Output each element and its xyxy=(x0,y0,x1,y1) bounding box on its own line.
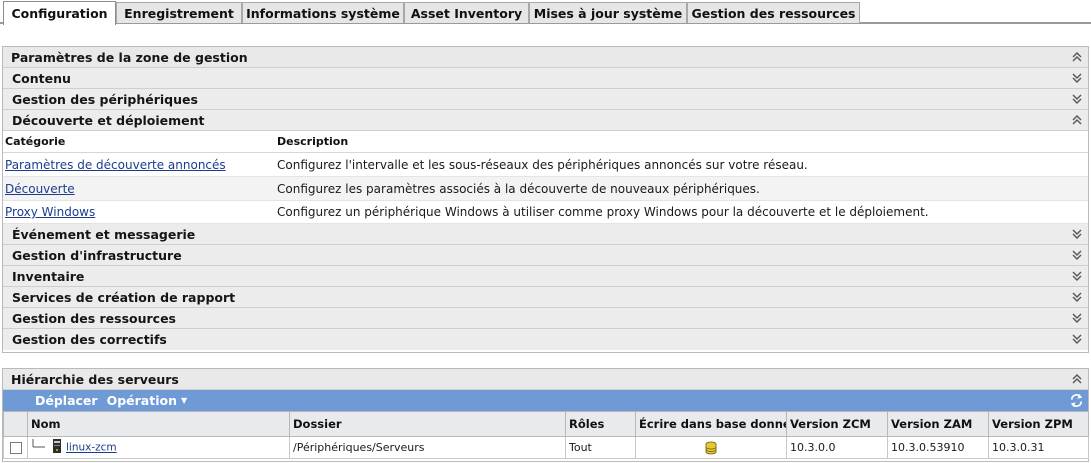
move-button[interactable]: Déplacer xyxy=(35,393,98,408)
tab-asset-inventory[interactable]: Asset Inventory xyxy=(404,2,529,23)
row-checkbox[interactable] xyxy=(9,442,22,454)
panel-title: Paramètres de la zone de gestion xyxy=(11,49,248,65)
column-header-description: Description xyxy=(277,135,349,148)
chevron-double-up-icon[interactable] xyxy=(1069,371,1085,387)
category-description: Configurez l'intervalle et les sous-rése… xyxy=(277,157,808,172)
caret-down-icon: ▼ xyxy=(180,396,188,405)
group-label: Gestion des ressources xyxy=(12,310,176,326)
chevron-double-down-icon[interactable] xyxy=(1069,247,1085,263)
server-icon xyxy=(51,438,63,457)
category-description: Configurez un périphérique Windows à uti… xyxy=(277,205,929,219)
group-label: Services de création de rapport xyxy=(12,289,236,305)
group-label: Événement et messagerie xyxy=(12,226,196,242)
management-zone-settings-panel: Paramètres de la zone de gestion Contenu… xyxy=(2,46,1089,353)
server-name-link[interactable]: linux-zcm xyxy=(66,442,117,454)
operation-label: Opération xyxy=(106,393,177,408)
server-table-header: Nom Dossier Rôles Écrire dans base donné… xyxy=(3,411,1089,437)
group-label: Inventaire xyxy=(12,268,85,284)
group-contenu[interactable]: Contenu xyxy=(3,68,1088,89)
category-row: Découverte Configurez les paramètres ass… xyxy=(3,177,1088,201)
column-header-folder[interactable]: Dossier xyxy=(289,411,566,437)
group-inventaire[interactable]: Inventaire xyxy=(3,266,1088,287)
category-link-discovery[interactable]: Découverte xyxy=(5,182,75,196)
panel-title: Hiérarchie des serveurs xyxy=(11,371,179,387)
server-zpm-version: 10.3.0.31 xyxy=(988,436,1089,459)
table-row: linux-zcm /Périphériques/Serveurs Tout 1… xyxy=(3,436,1089,459)
group-label: Gestion d'infrastructure xyxy=(12,247,182,263)
server-roles: Tout xyxy=(565,436,636,459)
chevron-double-up-icon[interactable] xyxy=(1069,49,1085,65)
tab-informations-systeme[interactable]: Informations système xyxy=(242,2,404,23)
chevron-double-down-icon[interactable] xyxy=(1069,226,1085,242)
tab-enregistrement[interactable]: Enregistrement xyxy=(116,2,242,23)
panel-header-zone-settings[interactable]: Paramètres de la zone de gestion xyxy=(3,47,1088,68)
column-header-zam-version[interactable]: Version ZAM xyxy=(887,411,989,437)
category-link-advertised-discovery[interactable]: Paramètres de découverte annoncés xyxy=(5,158,226,172)
chevron-double-down-icon[interactable] xyxy=(1069,310,1085,326)
refresh-icon[interactable] xyxy=(1069,393,1084,408)
group-services-de-creation-de-rapport[interactable]: Services de création de rapport xyxy=(3,287,1088,308)
server-table: Nom Dossier Rôles Écrire dans base donné… xyxy=(3,411,1089,459)
group-label: Découverte et déploiement xyxy=(12,112,205,128)
tab-configuration[interactable]: Configuration xyxy=(3,1,116,25)
server-folder: /Périphériques/Serveurs xyxy=(289,436,566,459)
chevron-double-down-icon[interactable] xyxy=(1069,331,1085,347)
column-header-roles[interactable]: Rôles xyxy=(565,411,636,437)
group-gestion-des-ressources[interactable]: Gestion des ressources xyxy=(3,308,1088,329)
column-header-zpm-version[interactable]: Version ZPM xyxy=(988,411,1089,437)
server-zcm-version: 10.3.0.0 xyxy=(786,436,888,459)
group-gestion-des-correctifs[interactable]: Gestion des correctifs xyxy=(3,329,1088,350)
server-toolbar: Déplacer Opération ▼ xyxy=(3,390,1088,411)
panel-header-server-hierarchy[interactable]: Hiérarchie des serveurs xyxy=(3,369,1088,390)
group-gestion-d-infrastructure[interactable]: Gestion d'infrastructure xyxy=(3,245,1088,266)
column-header-name[interactable]: Nom xyxy=(27,411,290,437)
main-tab-bar: Configuration Enregistrement Information… xyxy=(0,0,1091,25)
select-all-column xyxy=(3,411,28,437)
group-decouverte-et-deploiement[interactable]: Découverte et déploiement xyxy=(3,110,1088,131)
group-label: Contenu xyxy=(12,70,71,86)
operation-menu-button[interactable]: Opération ▼ xyxy=(107,393,188,408)
group-evenement-et-messagerie[interactable]: Événement et messagerie xyxy=(3,224,1088,245)
category-link-windows-proxy[interactable]: Proxy Windows xyxy=(5,205,95,219)
server-hierarchy-panel: Hiérarchie des serveurs Déplacer Opérati… xyxy=(2,368,1089,462)
chevron-double-down-icon[interactable] xyxy=(1069,268,1085,284)
category-table-header: Catégorie Description xyxy=(3,131,1088,153)
category-row: Proxy Windows Configurez un périphérique… xyxy=(3,201,1088,224)
chevron-double-down-icon[interactable] xyxy=(1069,91,1085,107)
group-label: Gestion des correctifs xyxy=(12,332,167,347)
column-header-zcm-version[interactable]: Version ZCM xyxy=(786,411,888,437)
server-zam-version: 10.3.0.53910 xyxy=(887,436,989,459)
category-row: Paramètres de découverte annoncés Config… xyxy=(3,153,1088,177)
tree-connector-icon xyxy=(31,439,47,456)
chevron-double-down-icon[interactable] xyxy=(1069,70,1085,86)
chevron-double-down-icon[interactable] xyxy=(1069,289,1085,305)
group-gestion-des-peripheriques[interactable]: Gestion des périphériques xyxy=(3,89,1088,110)
database-icon xyxy=(704,441,718,454)
column-header-write-db[interactable]: Écrire dans base données xyxy=(635,411,787,437)
group-label: Gestion des périphériques xyxy=(12,91,198,107)
tab-mises-a-jour-systeme[interactable]: Mises à jour système xyxy=(529,2,687,23)
tab-gestion-des-ressources[interactable]: Gestion des ressources xyxy=(687,2,860,23)
category-description: Configurez les paramètres associés à la … xyxy=(277,181,760,196)
chevron-double-up-icon[interactable] xyxy=(1069,112,1085,128)
column-header-category: Catégorie xyxy=(5,135,66,148)
